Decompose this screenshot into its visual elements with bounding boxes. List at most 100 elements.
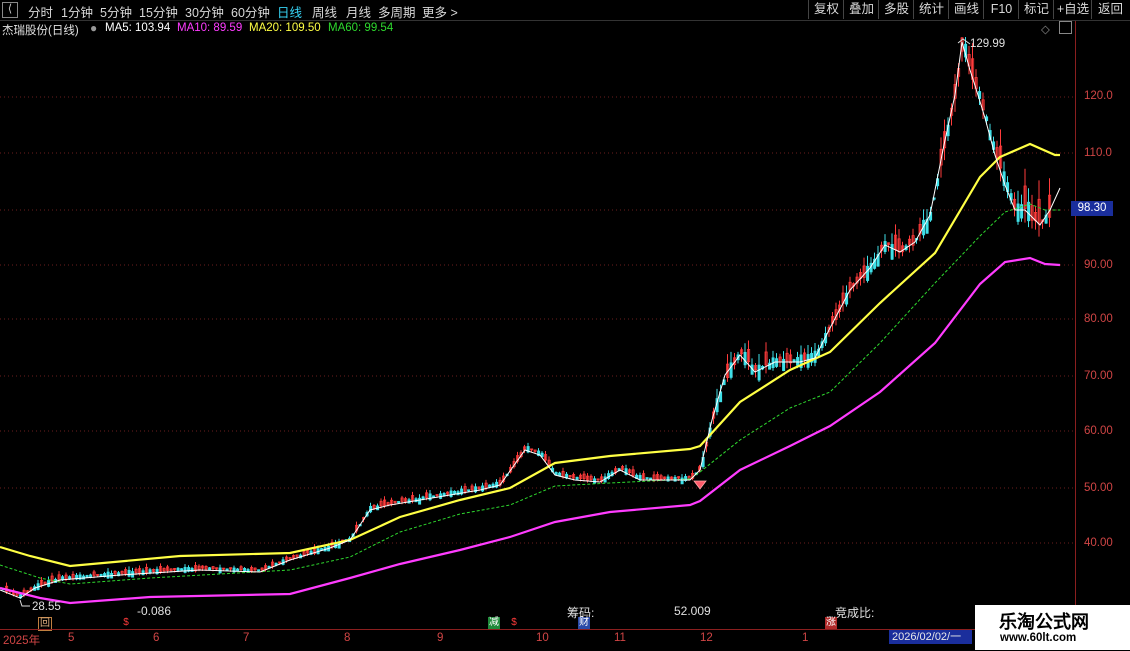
candle (488, 484, 492, 488)
candle (180, 568, 184, 571)
return-button[interactable]: 返回 (1091, 0, 1129, 19)
x-tick-label: 10 (536, 632, 549, 644)
y-tick-label: 60.00 (1084, 425, 1113, 437)
ma-info-bar: 杰瑞股份(日线) ● MA5: 103.94 MA10: 89.59 MA20:… (0, 21, 1075, 37)
tab-period-30min[interactable]: 30分钟 (185, 2, 224, 21)
event-marker-dollar[interactable]: $ (508, 617, 520, 629)
kline-chart[interactable] (0, 37, 1075, 629)
x-tick-label: 8 (344, 632, 351, 644)
candle (1027, 201, 1031, 222)
add-watchlist-button[interactable]: +自选 (1053, 0, 1092, 19)
tab-period-month[interactable]: 月线 (346, 2, 371, 21)
x-tick-label: 9 (437, 632, 444, 644)
candle (558, 472, 562, 477)
event-marker-reduce[interactable]: 减 (488, 617, 500, 629)
tab-period-multi[interactable]: 多周期 (378, 2, 416, 21)
x-tick-label: 7 (243, 632, 250, 644)
multi-stock-button[interactable]: 多股 (878, 0, 914, 19)
candle (645, 477, 649, 479)
candle (575, 476, 579, 480)
event-marker-finance[interactable]: 财 (578, 617, 590, 629)
ma20-line (0, 142, 1060, 568)
candle (481, 485, 485, 492)
event-marker-dollar[interactable]: $ (120, 617, 132, 629)
x-tick-label: 12 (700, 632, 713, 644)
back-icon[interactable]: ⟨ (2, 2, 18, 18)
event-marker-rise[interactable]: 涨 (825, 617, 837, 629)
candle (467, 489, 471, 492)
y-tick-label: 40.00 (1084, 537, 1113, 549)
candle (85, 574, 89, 578)
f10-button[interactable]: F10 (983, 0, 1019, 19)
candle (866, 265, 870, 281)
indicator-value: -0.086 (137, 604, 172, 618)
fuquan-button[interactable]: 复权 (808, 0, 844, 19)
tab-period-more[interactable]: 更多 > (422, 2, 458, 21)
window-icon[interactable] (1059, 21, 1072, 34)
candle (792, 359, 796, 363)
chips-value: 52.009 (674, 604, 711, 618)
x-tick-label: 2025年 (3, 635, 41, 647)
y-tick-label: 110.0 (1084, 147, 1112, 159)
ma60-line (0, 203, 1060, 585)
candle (673, 476, 677, 482)
y-tick-label: 120.0 (1084, 90, 1113, 102)
x-tick-label: 1 (802, 632, 809, 644)
watermark-logo: 乐淘公式网 www.60lt.com (975, 605, 1130, 650)
y-tick-label: 80.00 (1084, 313, 1113, 325)
tab-period-60min[interactable]: 60分钟 (231, 2, 270, 21)
tab-period-1min[interactable]: 1分钟 (61, 2, 93, 21)
candle (183, 566, 187, 573)
ma5-line (0, 41, 1061, 599)
candle (729, 362, 733, 378)
candle (148, 569, 152, 574)
watermark-url: www.60lt.com (1000, 632, 1077, 644)
candle (176, 567, 180, 572)
candle (796, 357, 800, 366)
tab-period-day[interactable]: 日线 (277, 2, 302, 21)
x-tick-label: 6 (153, 632, 160, 644)
statistics-button[interactable]: 统计 (913, 0, 949, 19)
ma60-label: MA60: 99.54 (328, 22, 394, 34)
y-tick-label: 90.00 (1084, 259, 1113, 271)
candle (593, 478, 597, 484)
y-tick-label: 50.00 (1084, 482, 1113, 494)
candle (418, 497, 422, 505)
high-price-label: 129.99 (970, 38, 1006, 50)
candle (649, 477, 653, 480)
candle (243, 567, 247, 572)
tab-period-5min[interactable]: 5分钟 (100, 2, 132, 21)
candle (757, 364, 761, 381)
candle (257, 569, 261, 572)
y-tick-label: 70.00 (1084, 370, 1113, 382)
candle (449, 490, 453, 498)
candle (775, 358, 779, 367)
watermark-title: 乐淘公式网 (999, 612, 1089, 632)
high-price-marker (957, 38, 971, 45)
diamond-icon[interactable]: ◇ (1041, 22, 1050, 36)
x-tick-label: 11 (614, 632, 626, 644)
ma10-label: MA10: 89.59 (177, 22, 243, 34)
stock-title: 杰瑞股份(日线) (2, 25, 79, 37)
candle (453, 490, 457, 495)
bid-ratio-label: 竞成比: (835, 606, 875, 620)
candle (99, 574, 103, 577)
settings-icon[interactable]: ● (90, 21, 97, 35)
tab-period-week[interactable]: 周线 (312, 2, 337, 21)
ma5-label: MA5: 103.94 (105, 22, 171, 34)
candle (397, 501, 401, 504)
tab-period-fenshi[interactable]: 分时 (28, 2, 53, 21)
candle (782, 358, 786, 372)
mark-button[interactable]: 标记 (1018, 0, 1054, 19)
draw-line-button[interactable]: 画线 (948, 0, 984, 19)
cursor-date-badge: 2026/02/02/一 (889, 630, 972, 644)
tab-period-15min[interactable]: 15分钟 (139, 2, 178, 21)
x-tick-label: 5 (68, 632, 75, 644)
low-price-label: 28.55 (32, 601, 61, 613)
candle (225, 568, 229, 571)
low-price-marker (19, 599, 30, 607)
ma20-label: MA20: 109.50 (249, 22, 321, 34)
overlay-button[interactable]: 叠加 (843, 0, 879, 19)
candle (208, 567, 212, 571)
candle (554, 471, 558, 476)
